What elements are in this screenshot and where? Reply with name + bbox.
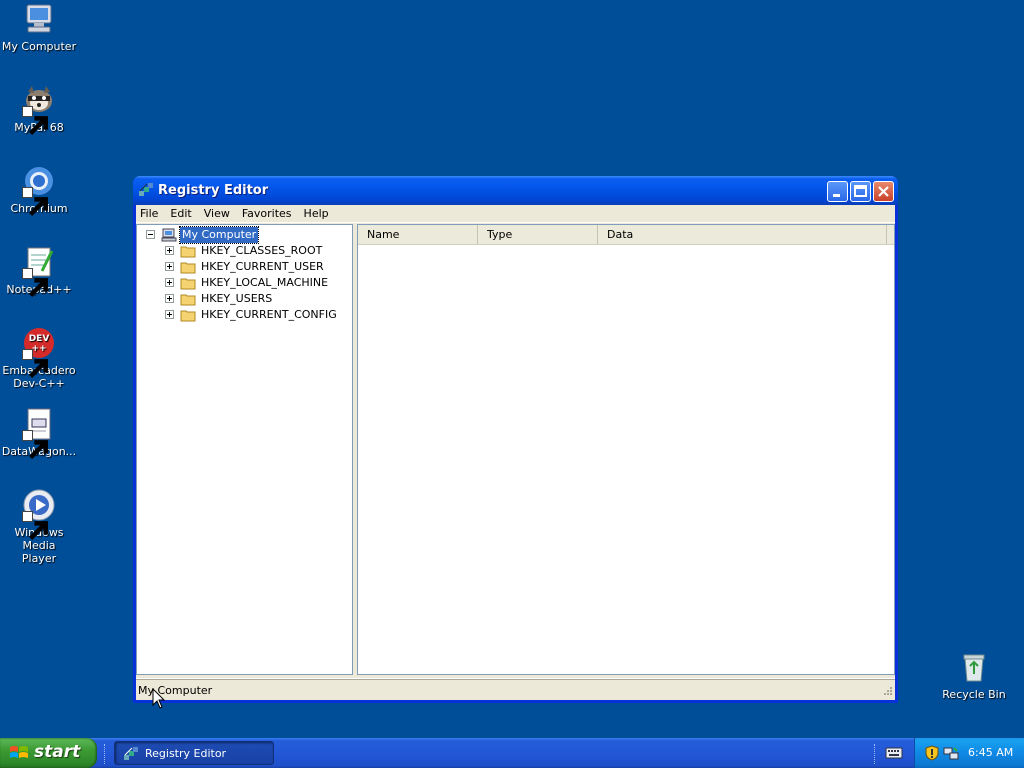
desktop-icon-chromium[interactable]: Chromium: [1, 164, 77, 217]
values-list[interactable]: Name Type Data: [357, 224, 895, 675]
expand-icon[interactable]: [165, 262, 174, 271]
menu-edit[interactable]: Edit: [164, 205, 197, 221]
folder-icon: [180, 275, 196, 291]
shortcut-arrow-icon: [22, 430, 48, 460]
desktop-icon-notepadpp[interactable]: Notepad++: [1, 245, 77, 298]
tree-node-hklm[interactable]: HKEY_LOCAL_MACHINE: [137, 275, 352, 291]
expand-icon[interactable]: [165, 278, 174, 287]
taskbar-button-label: Registry Editor: [145, 747, 227, 760]
tree-node-hkcc[interactable]: HKEY_CURRENT_CONFIG: [137, 307, 352, 323]
desktop-icon-datawagon[interactable]: DataWagon...: [1, 407, 77, 460]
start-button[interactable]: start: [0, 738, 97, 768]
shortcut-arrow-icon: [22, 511, 48, 541]
menu-favorites[interactable]: Favorites: [236, 205, 298, 221]
column-header-data[interactable]: Data: [598, 225, 887, 244]
tree-node-my-computer[interactable]: My Computer: [137, 226, 352, 244]
desktop-icon-recycle-bin[interactable]: Recycle Bin: [936, 650, 1012, 701]
column-header-name[interactable]: Name: [358, 225, 478, 244]
chromium-icon: [22, 164, 56, 217]
collapse-icon[interactable]: [146, 230, 155, 239]
windows-flag-icon: [9, 744, 29, 762]
keyboard-icon[interactable]: [885, 746, 903, 760]
desktop-icon-label: My Computer: [1, 40, 77, 53]
menu-help[interactable]: Help: [298, 205, 335, 221]
list-header: Name Type Data: [358, 225, 894, 245]
maximize-button[interactable]: [850, 181, 871, 202]
taskbar-separator: [104, 744, 108, 764]
tree-node-label: HKEY_CLASSES_ROOT: [201, 244, 323, 257]
shortcut-arrow-icon: [22, 106, 48, 136]
status-bar: My Computer: [136, 678, 895, 700]
window-title: Registry Editor: [158, 183, 269, 198]
title-bar[interactable]: Registry Editor: [133, 176, 898, 205]
folder-icon: [180, 291, 196, 307]
clock[interactable]: 6:45 AM: [968, 746, 1013, 759]
column-header-type[interactable]: Type: [478, 225, 598, 244]
notepadpp-icon: [22, 245, 56, 298]
desktop-icon-mypal[interactable]: MyPal 68: [1, 83, 77, 136]
registry-tree[interactable]: My Computer HKEY_CLASSES_ROOT HKEY_CURRE…: [136, 224, 353, 675]
recycle-bin-icon: [957, 650, 991, 684]
taskbar-separator: [874, 744, 878, 764]
tree-node-hkcr[interactable]: HKEY_CLASSES_ROOT: [137, 243, 352, 259]
menu-bar: File Edit View Favorites Help: [136, 205, 895, 223]
mouse-cursor-icon: [152, 687, 166, 710]
expand-icon[interactable]: [165, 246, 174, 255]
expand-icon[interactable]: [165, 294, 174, 303]
desktop-icon-label: Player: [21, 552, 57, 565]
status-text: My Computer: [138, 684, 213, 697]
datawagon-icon: [22, 407, 56, 460]
start-label: start: [34, 742, 81, 762]
network-icon[interactable]: [943, 745, 959, 761]
tree-node-label: HKEY_USERS: [201, 292, 273, 305]
desktop-icon-media-player[interactable]: Windows Media Player: [1, 488, 77, 565]
shortcut-arrow-icon: [22, 349, 48, 379]
tree-node-hkcu[interactable]: HKEY_CURRENT_USER: [137, 259, 352, 275]
shortcut-arrow-icon: [22, 268, 48, 298]
tree-node-label: HKEY_LOCAL_MACHINE: [201, 276, 329, 289]
tree-node-label: HKEY_CURRENT_USER: [201, 260, 324, 273]
security-shield-icon[interactable]: [925, 745, 939, 761]
mypal-raccoon-icon: [22, 83, 56, 136]
menu-view[interactable]: View: [198, 205, 236, 221]
taskbar-button-registry-editor[interactable]: Registry Editor: [114, 741, 274, 765]
regedit-icon: [138, 182, 154, 198]
resize-grip-icon[interactable]: [881, 686, 893, 698]
svg-text:DEV: DEV: [29, 334, 50, 344]
tree-node-label: My Computer: [178, 226, 260, 244]
desktop-icon-label: Recycle Bin: [942, 688, 1006, 701]
registry-editor-window[interactable]: Registry Editor File Edit View Favorites Hel…: [133, 176, 898, 703]
desktop-icon-devcpp[interactable]: DEV ++ Embarcadero Dev-C++: [1, 326, 77, 390]
menu-file[interactable]: File: [136, 205, 164, 221]
regedit-icon: [123, 746, 139, 762]
expand-icon[interactable]: [165, 310, 174, 319]
tree-node-hku[interactable]: HKEY_USERS: [137, 291, 352, 307]
devcpp-icon: DEV ++: [22, 326, 56, 379]
system-tray: 6:45 AM: [914, 738, 1024, 768]
folder-icon: [180, 307, 196, 323]
media-player-icon: [22, 488, 56, 541]
folder-icon: [180, 243, 196, 259]
computer-icon: [161, 227, 177, 243]
tree-node-label: HKEY_CURRENT_CONFIG: [201, 308, 337, 321]
desktop-icon-my-computer[interactable]: My Computer: [1, 2, 77, 53]
taskbar: start Registry Editor 6:45 AM: [0, 738, 1024, 768]
shortcut-arrow-icon: [22, 187, 48, 217]
minimize-button[interactable]: [827, 181, 848, 202]
folder-icon: [180, 259, 196, 275]
close-button[interactable]: [873, 181, 894, 202]
my-computer-icon: [22, 2, 56, 36]
